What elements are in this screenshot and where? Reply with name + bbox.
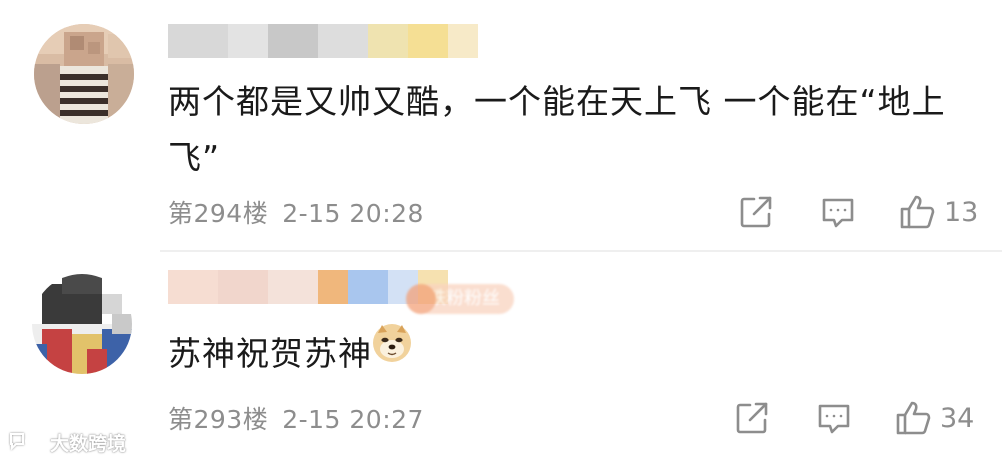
fan-badge: 铁粉粉丝	[406, 284, 514, 314]
avatar[interactable]	[34, 24, 134, 124]
like-button[interactable]: 13	[898, 190, 978, 234]
username[interactable]	[168, 24, 478, 58]
reply-button[interactable]	[820, 190, 856, 234]
reply-button[interactable]	[816, 396, 852, 440]
comment-meta: 第294楼 2-15 20:28	[168, 194, 438, 230]
like-count: 34	[940, 402, 975, 434]
timestamp: 2-15 20:28	[282, 199, 424, 228]
like-button[interactable]: 34	[894, 396, 974, 440]
speech-bubble-logo	[10, 433, 44, 451]
comment-text: 苏神祝贺苏神	[168, 323, 968, 384]
share-button[interactable]	[738, 190, 774, 234]
comment-item: 两个都是又帅又酷，一个能在天上飞 一个能在“地上飞” 第294楼 2-15 20:…	[0, 0, 1002, 250]
reply-icon	[818, 404, 850, 434]
comment-actions: 34	[730, 396, 990, 440]
share-icon	[736, 402, 768, 434]
comment-item: 铁粉粉丝 苏神祝贺苏神 第293楼 2-15 20:27 34	[0, 258, 1002, 462]
fan-badge-label: 铁粉粉丝	[428, 288, 500, 309]
like-count: 13	[944, 196, 979, 228]
floor-number: 第294楼	[168, 199, 269, 228]
divider	[160, 250, 1002, 252]
comment-text: 两个都是又帅又酷，一个能在天上飞 一个能在“地上飞”	[168, 82, 946, 177]
share-button[interactable]	[734, 396, 770, 440]
avatar[interactable]	[32, 274, 132, 374]
timestamp: 2-15 20:27	[282, 405, 424, 434]
comment-text-body: 苏神祝贺苏神	[168, 334, 372, 373]
thumbs-up-icon	[900, 195, 935, 229]
share-icon	[740, 196, 772, 228]
reply-icon	[822, 198, 854, 228]
thumbs-up-icon	[896, 401, 931, 435]
doge-emoji	[372, 323, 412, 380]
floor-number: 第293楼	[168, 405, 269, 434]
comment-actions: 13	[730, 190, 990, 234]
watermark: 大数跨境	[8, 428, 126, 456]
comment-meta: 第293楼 2-15 20:27	[168, 400, 438, 436]
watermark-text: 大数跨境	[50, 432, 127, 455]
